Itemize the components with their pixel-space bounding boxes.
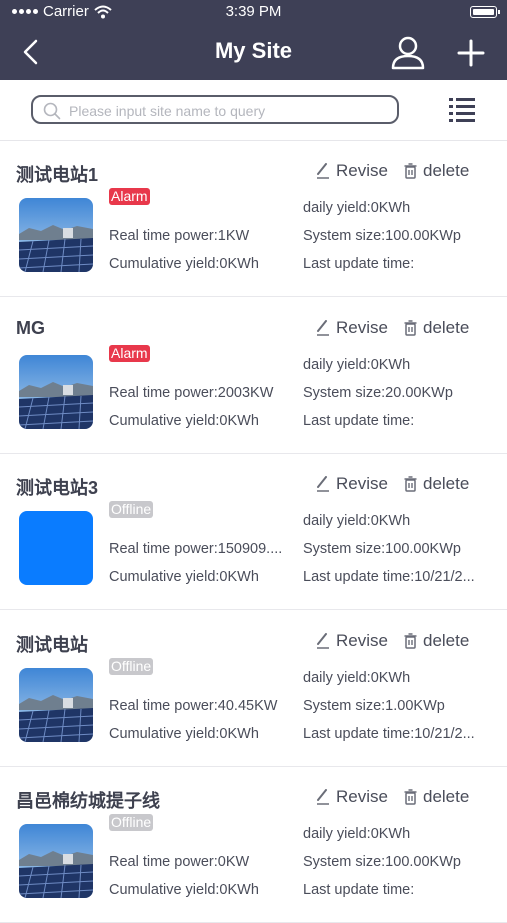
status-badge: Offline [109, 657, 154, 675]
cumulative-yield: Cumulative yield:0KWh [109, 256, 259, 272]
system-size: System size:1.00KWp [303, 697, 445, 714]
delete-label: delete [423, 787, 470, 806]
daily-yield: daily yield:0KWh [303, 356, 411, 373]
pencil-icon [317, 319, 329, 336]
site-thumbnail [19, 667, 93, 742]
nav-bar: My Site [0, 26, 507, 78]
revise-label: Revise [336, 317, 388, 337]
pencil-icon [317, 632, 329, 649]
trash-icon [404, 163, 417, 179]
list-view-icon[interactable] [448, 96, 476, 124]
search-input[interactable] [67, 99, 391, 122]
revise-label: Revise [336, 474, 388, 493]
cumulative-yield: Cumulative yield:0KWh [109, 569, 259, 585]
delete-button[interactable]: delete [404, 318, 469, 338]
delete-label: delete [423, 474, 470, 493]
cumulative-yield: Cumulative yield:0KWh [109, 725, 259, 742]
site-name: 测试电站1 [16, 165, 99, 185]
system-size: System size:20.00KWp [303, 384, 453, 401]
search-bar [0, 80, 507, 141]
solar-plant-thumbnail [19, 198, 93, 272]
site-card[interactable]: 测试电站3 Revise delete Offline Real time power:… [0, 454, 507, 610]
cumulative-yield: Cumulative yield:0KWh [109, 412, 259, 429]
revise-button[interactable]: Revise [316, 161, 388, 181]
trash-icon [404, 319, 417, 336]
delete-label: delete [423, 161, 470, 180]
delete-label: delete [423, 630, 470, 650]
app-header: Carrier 3:39 PM My Site [0, 0, 507, 80]
status-badge: Offline [109, 814, 154, 831]
site-thumbnail [19, 354, 93, 429]
search-icon [43, 102, 61, 120]
delete-button[interactable]: delete [404, 161, 469, 181]
revise-label: Revise [336, 630, 388, 650]
site-card[interactable]: 测试电站1 Revise delete Alarm Real time power:1K… [0, 141, 507, 297]
system-size: System size:100.00KWp [303, 854, 461, 870]
revise-label: Revise [336, 787, 388, 806]
system-size: System size:100.00KWp [303, 541, 461, 557]
revise-label: Revise [336, 161, 388, 180]
real-time-power: Real time power:0KW [109, 854, 250, 870]
solar-plant-thumbnail [19, 824, 93, 898]
trash-icon [404, 632, 417, 649]
status-time: 3:39 PM [225, 3, 282, 20]
cumulative-yield: Cumulative yield:0KWh [109, 882, 259, 898]
site-card[interactable]: 测试电站 Revise delete Offline Real time power:4… [0, 611, 507, 767]
last-update-time: Last update time:10/21/2... [303, 725, 475, 742]
trash-icon [404, 476, 417, 492]
pencil-icon [317, 163, 329, 179]
revise-button[interactable]: Revise [316, 318, 388, 338]
daily-yield: daily yield:0KWh [303, 200, 411, 216]
pencil-icon [317, 476, 329, 492]
site-name: 昌邑棉纺城提子线 [16, 791, 160, 811]
status-bar: Carrier 3:39 PM [0, 3, 507, 23]
site-name: 测试电站 [16, 634, 88, 655]
site-name: 测试电站3 [16, 478, 99, 498]
revise-button[interactable]: Revise [316, 474, 388, 494]
solar-plant-thumbnail [19, 667, 93, 742]
revise-button[interactable]: Revise [316, 631, 388, 651]
battery-icon [470, 6, 500, 18]
status-badge: Alarm [109, 188, 150, 205]
real-time-power: Real time power:150909.... [109, 541, 283, 557]
real-time-power: Real time power:40.45KW [109, 697, 278, 714]
site-thumbnail-placeholder [19, 511, 93, 585]
solar-plant-thumbnail [19, 354, 93, 429]
last-update-time: Last update time: [303, 882, 415, 898]
daily-yield: daily yield:0KWh [303, 669, 411, 686]
trash-icon [404, 789, 417, 805]
last-update-time: Last update time:10/21/2... [303, 569, 475, 585]
delete-label: delete [423, 317, 470, 337]
delete-button[interactable]: delete [404, 787, 469, 807]
real-time-power: Real time power:1KW [109, 228, 250, 244]
delete-button[interactable]: delete [404, 474, 469, 494]
system-size: System size:100.00KWp [303, 228, 461, 244]
pencil-icon [317, 789, 329, 805]
site-thumbnail [19, 511, 93, 585]
daily-yield: daily yield:0KWh [303, 513, 411, 529]
add-site-icon[interactable] [456, 38, 486, 68]
last-update-time: Last update time: [303, 256, 415, 272]
status-badge: Offline [109, 501, 154, 518]
site-thumbnail [19, 198, 93, 272]
user-profile-icon[interactable] [388, 34, 428, 72]
search-box [31, 95, 399, 124]
delete-button[interactable]: delete [404, 631, 469, 651]
revise-button[interactable]: Revise [316, 787, 388, 807]
real-time-power: Real time power:2003KW [109, 384, 274, 401]
site-name: MG [16, 317, 45, 338]
page-title: My Site [214, 38, 293, 63]
last-update-time: Last update time: [303, 412, 415, 429]
status-badge: Alarm [109, 344, 150, 362]
site-card[interactable]: MG Revise delete Alarm Real time power:2003K… [0, 298, 507, 454]
site-thumbnail [19, 824, 93, 898]
daily-yield: daily yield:0KWh [303, 826, 411, 842]
